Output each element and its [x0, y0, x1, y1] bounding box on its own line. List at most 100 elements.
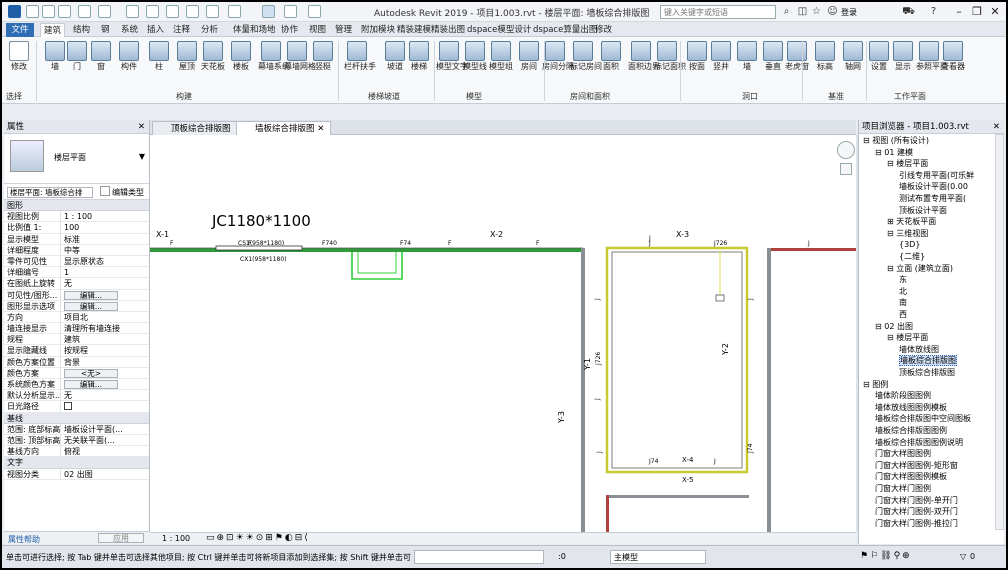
tree-toggle-icon[interactable]: ⊟	[875, 322, 884, 331]
search-input[interactable]: 键入关键字或短语	[660, 5, 776, 19]
tab-12[interactable]: 附加模块	[358, 23, 398, 37]
close-icon[interactable]: ✕	[993, 120, 1000, 134]
view-tab-0[interactable]: 顶板综合排版图	[152, 121, 238, 135]
property-value[interactable]: 无	[61, 278, 149, 288]
tab-6[interactable]: 注释	[170, 23, 193, 37]
property-value[interactable]	[61, 401, 149, 411]
properties-help-link[interactable]: 属性帮助	[8, 534, 40, 545]
selection-filter-icons[interactable]: ⚑⚐⛓⚲⊕	[860, 551, 912, 561]
ribbon-button-4[interactable]: 构件	[116, 39, 142, 85]
browser-node[interactable]: 南	[899, 298, 907, 308]
property-value[interactable]: 1 : 100	[61, 211, 149, 221]
ribbon-button-21[interactable]: 面积	[598, 39, 624, 85]
browser-node[interactable]: ⊟ 01 建模	[875, 148, 913, 158]
tab-1[interactable]: 建筑	[40, 23, 66, 37]
wall-top[interactable]	[150, 248, 583, 252]
dimension-icon[interactable]	[166, 5, 179, 18]
browser-node[interactable]: ⊞ 天花板平面	[887, 217, 936, 227]
switch-windows-icon[interactable]	[308, 5, 321, 18]
ribbon-button-7[interactable]: 天花板	[200, 39, 226, 85]
ribbon-button-34[interactable]: 查看器	[940, 39, 966, 85]
close-icon[interactable]: ✕	[986, 4, 1004, 20]
chevron-down-icon[interactable]: ▼	[139, 152, 145, 161]
favorites-icon[interactable]: ☆	[810, 5, 823, 18]
ribbon-button-16[interactable]: 模型线	[462, 39, 488, 85]
close-icon[interactable]: ✕	[138, 120, 145, 134]
tree-toggle-icon[interactable]: ⊟	[887, 229, 896, 238]
binoculars-icon[interactable]: ⌕	[780, 5, 793, 18]
filter-icon[interactable]: ▽	[960, 552, 966, 561]
ribbon-button-18[interactable]: 房间	[516, 39, 542, 85]
ribbon-button-5[interactable]: 柱	[146, 39, 172, 85]
zoom-icon[interactable]	[840, 163, 852, 175]
browser-node[interactable]: ⊟ 立面 (建筑立面)	[887, 264, 953, 274]
ribbon-button-25[interactable]: 竖井	[708, 39, 734, 85]
floor-plan-drawing[interactable]: X-1 X-2 X-3 X-4 X-5 Y-1 Y-2 Y-3 CS1(958*1180) CX1…	[150, 135, 856, 532]
browser-scrollbar[interactable]	[995, 134, 1004, 530]
browser-node[interactable]: 墙板综合排版图图例说明	[875, 438, 963, 448]
property-value[interactable]: 编辑...	[61, 301, 149, 311]
browser-node[interactable]: 墙体阶段图图例	[875, 391, 931, 401]
tab-16[interactable]: dspace算量出图	[530, 23, 600, 37]
cart-icon[interactable]: ⛟	[902, 5, 915, 18]
browser-node[interactable]: ⊟ 02 出图	[875, 322, 913, 332]
tab-2[interactable]: 结构	[70, 23, 93, 37]
ribbon-button-6[interactable]: 屋顶	[174, 39, 200, 85]
drawing-canvas[interactable]: X-1 X-2 X-3 X-4 X-5 Y-1 Y-2 Y-3 CS1(958*1180) CX1…	[150, 135, 856, 532]
ribbon-button-20[interactable]: 标记房间	[570, 39, 602, 85]
edit-type-button[interactable]: 编辑类型	[112, 187, 144, 198]
ribbon-button-32[interactable]: 显示	[890, 39, 916, 85]
property-value[interactable]: 清理所有墙连接	[61, 323, 149, 333]
instance-selector[interactable]: 楼层平面: 墙板综合排	[7, 187, 93, 198]
browser-node[interactable]: 墙板综合排版图	[899, 355, 957, 367]
subscription-icon[interactable]: ◫	[796, 5, 809, 18]
wall-right[interactable]	[767, 248, 771, 532]
browser-node[interactable]: ⊟ 楼层平面	[887, 333, 928, 343]
view-scale[interactable]: 1 : 100	[162, 533, 190, 544]
text-icon[interactable]	[186, 5, 199, 18]
browser-node[interactable]: 门窗大样图图例-矩形窗	[875, 461, 958, 471]
ribbon-button-19[interactable]: 房间分隔	[542, 39, 574, 85]
browser-node[interactable]: {3D}	[899, 240, 920, 250]
room-outline[interactable]	[605, 246, 749, 474]
ribbon-button-10[interactable]: 幕墙网格	[284, 39, 316, 85]
section-icon[interactable]	[228, 5, 241, 18]
browser-node[interactable]: 墙板设计平面(0.00	[899, 182, 968, 192]
browser-node[interactable]: 门窗大样门图例-单开门	[875, 496, 958, 506]
ribbon-button-8[interactable]: 楼板	[228, 39, 254, 85]
property-value[interactable]: 无关联平面(...	[61, 435, 149, 445]
property-value[interactable]: 02 出图	[61, 469, 149, 479]
ribbon-button-14[interactable]: 楼梯	[406, 39, 432, 85]
browser-node[interactable]: 北	[899, 287, 907, 297]
browser-node[interactable]: 门窗大样门图例-双开门	[875, 507, 958, 517]
open-icon[interactable]	[26, 5, 39, 18]
tree-toggle-icon[interactable]: ⊟	[887, 159, 896, 168]
browser-node[interactable]: 顶板设计平面	[899, 206, 947, 216]
tab-17[interactable]: 修改	[592, 23, 615, 37]
sync-icon[interactable]	[58, 5, 71, 18]
browser-node[interactable]: 墙板综合排版图图例	[875, 426, 947, 436]
ribbon-button-0[interactable]: 修改	[6, 39, 32, 85]
ribbon-button-22[interactable]: 面积边界	[628, 39, 660, 85]
wall-y3[interactable]	[581, 248, 585, 532]
ribbon-button-28[interactable]: 老虎窗	[784, 39, 810, 85]
property-value[interactable]: 墙板设计平面(...	[61, 424, 149, 434]
browser-node[interactable]: 墙体放线图	[899, 345, 939, 355]
browser-node[interactable]: 门窗大样门图例	[875, 484, 931, 494]
browser-node[interactable]: 引线专用平面(可乐鲜	[899, 171, 974, 181]
print-icon[interactable]	[126, 5, 139, 18]
restore-icon[interactable]: ❐	[968, 4, 986, 20]
ribbon-button-33[interactable]: 参照平面	[916, 39, 948, 85]
type-selector[interactable]: 楼层平面 ▼	[4, 134, 149, 184]
property-value[interactable]: 俯视	[61, 446, 149, 456]
tab-0[interactable]: 文件	[6, 23, 34, 37]
property-value[interactable]: 中等	[61, 245, 149, 255]
view-control-icons[interactable]: ▭⊕⊡☀☀⊙⊞⚑◐⊟⟨	[206, 533, 310, 544]
property-value[interactable]: 按规程	[61, 345, 149, 355]
save-icon[interactable]	[42, 5, 55, 18]
tree-toggle-icon[interactable]: ⊟	[863, 136, 872, 145]
sun-path-checkbox[interactable]	[64, 402, 72, 411]
browser-node[interactable]: ⊟ 楼层平面	[887, 159, 928, 169]
browser-node[interactable]: {二维}	[899, 252, 925, 262]
tab-4[interactable]: 系统	[118, 23, 141, 37]
